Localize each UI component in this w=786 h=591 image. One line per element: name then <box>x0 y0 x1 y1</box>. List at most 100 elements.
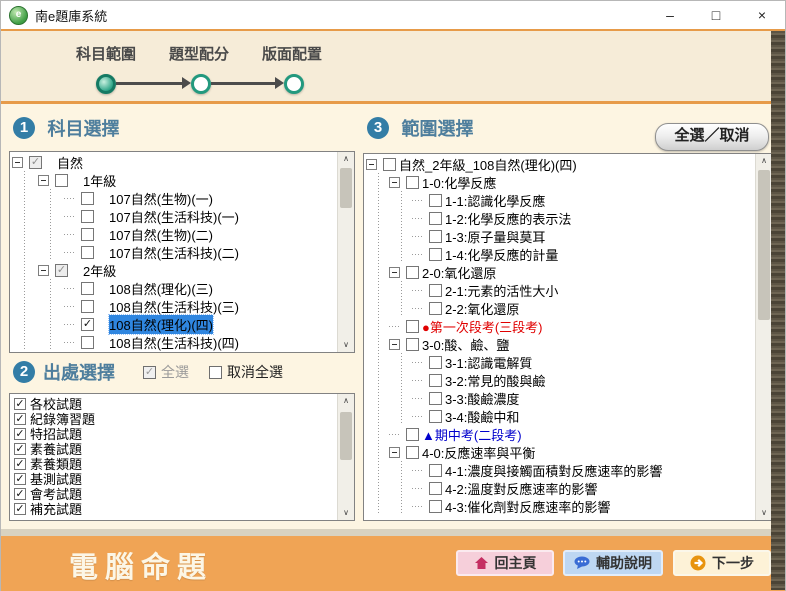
checkbox[interactable] <box>429 374 442 387</box>
expand-toggle-icon[interactable] <box>12 157 23 168</box>
deselect-all-checkbox[interactable] <box>209 366 222 379</box>
scroll-thumb[interactable] <box>340 168 352 208</box>
checkbox[interactable] <box>406 266 419 279</box>
tree-item-label[interactable]: 4-0:反應速率與平衡 <box>422 443 535 462</box>
tree-row[interactable]: 1-4:化學反應的計量 <box>366 245 754 263</box>
scroll-up-icon[interactable]: ∧ <box>338 394 354 408</box>
checkbox[interactable] <box>429 302 442 315</box>
tree-item-label[interactable]: 107自然(生活科技)(一) <box>109 207 239 226</box>
tree-item-label[interactable]: 108自然(理化)(三) <box>109 279 213 298</box>
checkbox[interactable] <box>406 176 419 189</box>
scroll-thumb[interactable] <box>758 170 770 320</box>
tree-row[interactable]: 107自然(生物)(二) <box>12 225 336 243</box>
tree-row[interactable]: 108自然(生活科技)(三) <box>12 297 336 315</box>
scroll-down-icon[interactable]: ∨ <box>338 338 354 352</box>
tree-item-label[interactable]: ▲期中考(二段考) <box>422 425 522 444</box>
step-subject-range[interactable]: 科目範圍 <box>61 43 151 64</box>
tree-item-label[interactable]: 2-1:元素的活性大小 <box>445 281 558 300</box>
select-all-checkbox[interactable] <box>143 366 156 379</box>
next-step-button[interactable]: 下一步 <box>673 550 771 576</box>
expand-toggle-icon[interactable] <box>389 339 400 350</box>
checkbox[interactable] <box>406 428 419 441</box>
checkbox[interactable] <box>81 300 94 313</box>
tree-item-label[interactable]: 4-2:溫度對反應速率的影響 <box>445 479 597 498</box>
tree-row[interactable]: 4-0:反應速率與平衡 <box>366 443 754 461</box>
tree-row[interactable]: 自然_2年級_108自然(理化)(四) <box>366 155 754 173</box>
checkbox[interactable] <box>14 503 26 515</box>
checkbox[interactable] <box>81 318 94 331</box>
expand-toggle-icon[interactable] <box>389 447 400 458</box>
tree-row[interactable]: 4-3:催化劑對反應速率的影響 <box>366 497 754 515</box>
scope-tree-scrollbar[interactable]: ∧ ∨ <box>755 154 772 520</box>
tree-row[interactable]: 108自然(理化)(四) <box>12 315 336 333</box>
checkbox[interactable] <box>81 336 94 349</box>
tree-row[interactable]: ▲期中考(二段考) <box>366 425 754 443</box>
step-circle-2[interactable] <box>191 74 211 94</box>
expand-toggle-icon[interactable] <box>38 175 49 186</box>
tree-item-label[interactable]: 4-1:濃度與接觸面積對反應速率的影響 <box>445 461 662 480</box>
tree-item-label[interactable]: 2-2:氧化還原 <box>445 299 519 318</box>
expand-toggle-icon[interactable] <box>389 267 400 278</box>
checkbox[interactable] <box>429 500 442 513</box>
expand-toggle-icon[interactable] <box>389 177 400 188</box>
tree-item-label[interactable]: 107自然(生物)(一) <box>109 189 213 208</box>
checkbox[interactable] <box>406 446 419 459</box>
step-circle-1[interactable] <box>96 74 116 94</box>
tree-row[interactable]: 3-4:酸鹼中和 <box>366 407 754 425</box>
expand-toggle-icon[interactable] <box>38 265 49 276</box>
checkbox[interactable] <box>55 264 68 277</box>
scroll-down-icon[interactable]: ∨ <box>338 506 354 520</box>
checkbox[interactable] <box>14 428 26 440</box>
tree-row[interactable]: 1-3:原子量與莫耳 <box>366 227 754 245</box>
tree-item-label[interactable]: 4-3:催化劑對反應速率的影響 <box>445 497 610 516</box>
step-layout-config[interactable]: 版面配置 <box>247 43 337 64</box>
tree-item-label[interactable]: 107自然(生活科技)(二) <box>109 243 239 262</box>
tree-item-label[interactable]: 108自然(生活科技)(四) <box>109 333 239 352</box>
tree-row[interactable]: 1-1:認識化學反應 <box>366 191 754 209</box>
tree-row[interactable]: 2-1:元素的活性大小 <box>366 281 754 299</box>
tree-item-label[interactable]: 1-1:認識化學反應 <box>445 191 545 210</box>
tree-row[interactable]: 1-0:化學反應 <box>366 173 754 191</box>
scroll-up-icon[interactable]: ∧ <box>756 154 772 168</box>
tree-row[interactable]: 3-3:酸鹼濃度 <box>366 389 754 407</box>
source-list-scrollbar[interactable]: ∧ ∨ <box>337 394 354 520</box>
scroll-thumb[interactable] <box>340 412 352 460</box>
tree-item-label[interactable]: 自然 <box>57 153 83 172</box>
subject-tree-scrollbar[interactable]: ∧ ∨ <box>337 152 354 352</box>
tree-item-label[interactable]: 3-2:常見的酸與鹼 <box>445 371 545 390</box>
tree-row[interactable]: 自然 <box>12 153 336 171</box>
checkbox[interactable] <box>429 212 442 225</box>
step-circle-3[interactable] <box>284 74 304 94</box>
tree-item-label[interactable]: 108自然(理化)(四) <box>109 315 213 334</box>
checkbox[interactable] <box>14 458 26 470</box>
tree-item-label[interactable]: 1-4:化學反應的計量 <box>445 245 558 264</box>
tree-row[interactable]: 108自然(理化)(三) <box>12 279 336 297</box>
tree-row[interactable]: 3-0:酸、鹼、鹽 <box>366 335 754 353</box>
tree-row[interactable]: 3-1:認識電解質 <box>366 353 754 371</box>
tree-row[interactable]: 1-2:化學反應的表示法 <box>366 209 754 227</box>
tree-item-label[interactable]: 3-0:酸、鹼、鹽 <box>422 335 509 354</box>
minimize-button[interactable]: – <box>647 1 693 29</box>
expand-toggle-icon[interactable] <box>366 159 377 170</box>
tree-row[interactable]: 4-2:溫度對反應速率的影響 <box>366 479 754 497</box>
checkbox[interactable] <box>429 392 442 405</box>
checkbox[interactable] <box>429 464 442 477</box>
tree-item-label[interactable]: 2年級 <box>83 261 116 280</box>
checkbox[interactable] <box>81 246 94 259</box>
tree-row[interactable]: 1年級 <box>12 171 336 189</box>
checkbox[interactable] <box>14 488 26 500</box>
step-question-allocation[interactable]: 題型配分 <box>154 43 244 64</box>
tree-row[interactable]: 108自然(生活科技)(四) <box>12 333 336 351</box>
checkbox[interactable] <box>429 410 442 423</box>
tree-row[interactable]: 3-2:常見的酸與鹼 <box>366 371 754 389</box>
tree-item-label[interactable]: 3-3:酸鹼濃度 <box>445 389 519 408</box>
tree-row[interactable]: 4-1:濃度與接觸面積對反應速率的影響 <box>366 461 754 479</box>
checkbox[interactable] <box>429 482 442 495</box>
checkbox[interactable] <box>429 248 442 261</box>
checkbox[interactable] <box>406 338 419 351</box>
tree-item-label[interactable]: 3-1:認識電解質 <box>445 353 532 372</box>
checkbox[interactable] <box>81 192 94 205</box>
tree-item-label[interactable]: 1-3:原子量與莫耳 <box>445 227 545 246</box>
select-all-toggle-button[interactable]: 全選／取消 <box>655 123 769 151</box>
checkbox[interactable] <box>429 230 442 243</box>
